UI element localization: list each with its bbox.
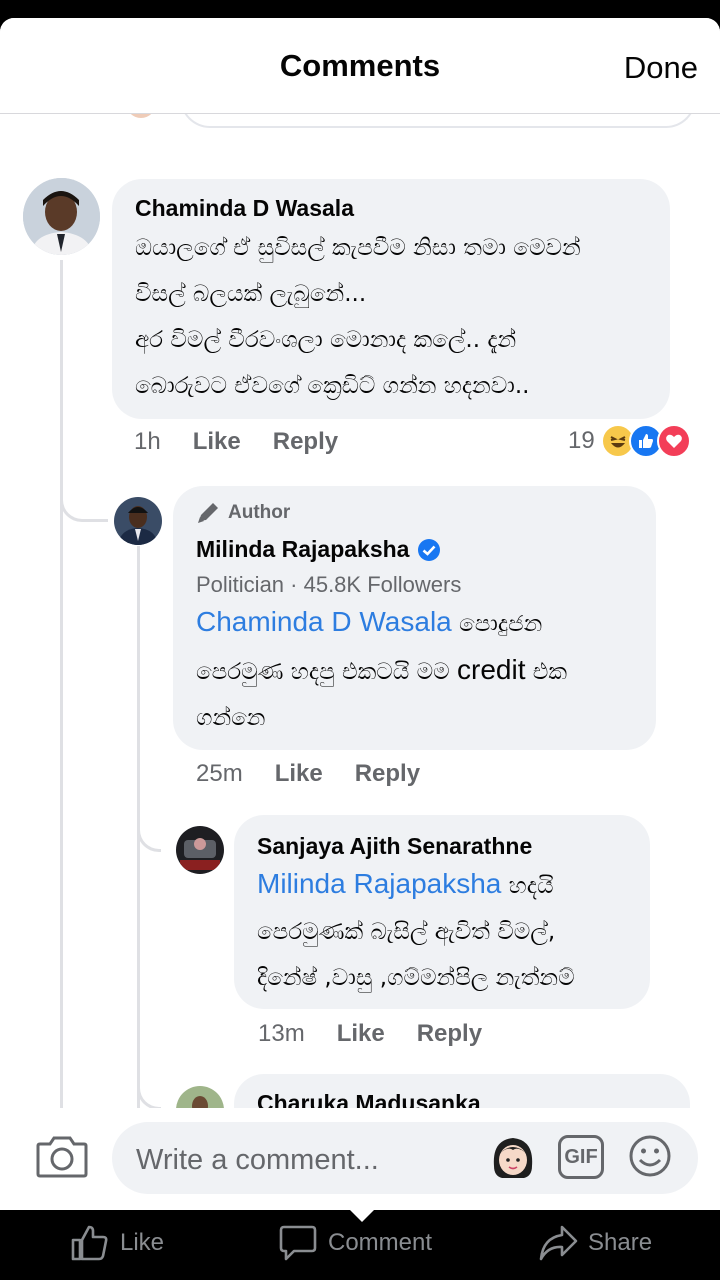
avatar[interactable]	[176, 826, 224, 874]
comments-list[interactable]: Chaminda D Wasala ඔයාලගේ ඒ සුවිසල් කැපවී…	[0, 114, 720, 1108]
comment-line: පෙරමුණ හදපු එකටයි මම credit එක	[196, 647, 567, 695]
pencil-icon	[198, 503, 218, 523]
avatar[interactable]	[114, 497, 162, 545]
like-action-label: Like	[120, 1229, 165, 1256]
comment-action-label: Comment	[328, 1229, 433, 1256]
person-photo	[23, 178, 100, 255]
comment-line: දිනේෂ් ,වාසු ,ගම්මන්පිල නැත්නම්	[257, 965, 575, 991]
thumbs-up-icon	[71, 1225, 108, 1261]
comment-bubble[interactable]: Charuka Madusanka	[234, 1074, 690, 1108]
sheet-pointer	[348, 1208, 376, 1222]
comment-line: ගන්නෙ	[196, 705, 266, 731]
mention-link[interactable]: Milinda Rajapaksha	[257, 868, 501, 899]
thread-connector	[137, 804, 161, 852]
reply-button[interactable]: Reply	[355, 760, 420, 788]
emoji-icon[interactable]	[628, 1134, 672, 1178]
comment-author[interactable]: Sanjaya Ajith Senarathne	[257, 833, 532, 860]
share-action-label: Share	[588, 1229, 653, 1256]
comment-author-name[interactable]: Milinda Rajapaksha	[196, 536, 409, 563]
thread-connector	[60, 466, 108, 522]
comment-bubble[interactable]: Chaminda D Wasala ඔයාලගේ ඒ සුවිසල් කැපවී…	[112, 179, 670, 419]
like-action[interactable]: Like	[70, 1224, 164, 1262]
comment-line: Milinda Rajapaksha හදයි	[257, 861, 575, 909]
like-button[interactable]: Like	[275, 760, 323, 788]
author-badge-label: Author	[228, 502, 291, 523]
person-photo	[176, 826, 224, 874]
avatar[interactable]	[23, 178, 100, 255]
avatar-sticker-icon[interactable]	[488, 1132, 538, 1182]
comment-input[interactable]: Write a comment... GIF	[112, 1122, 698, 1194]
comment-line-text: හදයි	[501, 873, 554, 899]
comment-bubble[interactable]: Sanjaya Ajith Senarathne Milinda Rajapak…	[234, 815, 650, 1009]
comment-line-text: එක	[525, 659, 568, 685]
share-arrow-icon	[539, 1225, 578, 1261]
comment-line-text: පෙරමුණ හදපු එකටයි මම	[196, 659, 458, 685]
share-action[interactable]: Share	[538, 1224, 652, 1262]
comment-bubble[interactable]: Author Milinda Rajapaksha Politician · 4…	[173, 486, 656, 750]
gif-icon[interactable]: GIF	[558, 1135, 604, 1179]
like-button[interactable]: Like	[193, 428, 241, 456]
comment-actions: 1h Like Reply	[134, 428, 338, 456]
comment-line: ඔයාලගේ ඒ සුවිසල් කැපවීම නිසා තමා මෙවන්	[135, 235, 581, 261]
verified-badge-icon	[418, 538, 441, 561]
comment-time: 1h	[134, 428, 161, 455]
comment-composer: Write a comment... GIF	[0, 1108, 720, 1210]
comment-input-placeholder: Write a comment...	[136, 1144, 379, 1176]
reaction-count: 19	[568, 427, 595, 454]
person-photo	[176, 1086, 224, 1108]
comment-line: බොරුවට ඒවගේ ක්‍රෙඩිට් ගන්න හදනවා..	[135, 373, 530, 399]
camera-icon[interactable]	[36, 1134, 88, 1178]
done-button[interactable]: Done	[624, 50, 698, 86]
comment-line-text: credit	[457, 654, 526, 685]
comment-author[interactable]: Milinda Rajapaksha	[196, 536, 441, 563]
comment-actions: 25m Like Reply	[196, 760, 420, 788]
previous-avatar-edge	[126, 114, 156, 118]
avatar[interactable]	[176, 1086, 224, 1108]
comment-line: පෙරමුණක් බැසිල් ඇවිත් විමල්,	[257, 919, 556, 945]
comment-line: Chaminda D Wasala පොදුජන	[196, 599, 567, 647]
comment-text: ඔයාලගේ ඒ සුවිසල් කැපවීම නිසා තමා මෙවන් ව…	[135, 225, 581, 409]
author-subtitle: Politician · 45.8K Followers	[196, 572, 462, 597]
reaction-summary[interactable]: 19	[568, 424, 691, 458]
comment-author[interactable]: Chaminda D Wasala	[135, 195, 354, 222]
comment-line: විසල් බලයක් ලැබුනේ...	[135, 281, 367, 307]
comments-sheet: Comments Done Chaminda D Wasala ඔයාලගේ ඒ…	[0, 18, 720, 1210]
mention-link[interactable]: Chaminda D Wasala	[196, 606, 452, 637]
thread-connector	[137, 1054, 161, 1108]
comment-time: 25m	[196, 760, 243, 787]
author-badge: Author	[196, 502, 290, 524]
comment-line: අර විමල් වීරවංශලා මොනාද කලේ.. දැන්	[135, 327, 517, 353]
reply-button[interactable]: Reply	[417, 1020, 482, 1048]
previous-comment-bubble-edge	[180, 114, 696, 128]
comment-action[interactable]: Comment	[278, 1224, 432, 1262]
comment-line-text: පොදුජන	[451, 611, 543, 637]
comment-author[interactable]: Charuka Madusanka	[257, 1090, 481, 1108]
like-button[interactable]: Like	[337, 1020, 385, 1048]
person-photo	[114, 497, 162, 545]
reply-button[interactable]: Reply	[273, 428, 338, 456]
comment-time: 13m	[258, 1020, 305, 1047]
comment-bubble-icon	[279, 1225, 317, 1261]
comments-header: Comments Done	[0, 18, 720, 114]
thread-line	[60, 260, 63, 1108]
comment-text: Milinda Rajapaksha හදයි පෙරමුණක් බැසිල් …	[257, 861, 575, 1001]
comment-text: Chaminda D Wasala පොදුජන පෙරමුණ හදපු එකට…	[196, 599, 567, 741]
page-title: Comments	[279, 48, 441, 83]
comment-actions: 13m Like Reply	[258, 1020, 482, 1048]
love-reaction-icon	[656, 424, 691, 458]
